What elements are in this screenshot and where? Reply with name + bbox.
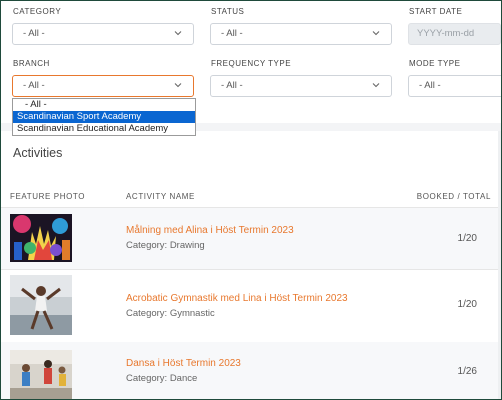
activity-name-link[interactable]: Acrobatic Gymnastik med Lina i Höst Term… — [126, 293, 348, 304]
start-date-label: START DATE — [409, 7, 463, 16]
branch-label: BRANCH — [13, 59, 50, 68]
table-row: Målning med Alina i Höst Termin 2023 Cat… — [1, 208, 501, 270]
table-row: Dansa i Höst Termin 2023 Category: Dance… — [1, 342, 501, 399]
frequency-type-label: FREQUENCY TYPE — [211, 59, 292, 68]
activity-category: Category: Gymnastic — [126, 308, 215, 319]
chevron-down-icon — [174, 31, 182, 36]
app-frame: CATEGORY - All - STATUS - All - START DA… — [0, 0, 502, 400]
mode-type-value: - All - — [419, 80, 441, 91]
start-date-placeholder: YYYY-mm-dd — [417, 28, 475, 39]
category-select[interactable]: - All - — [12, 23, 194, 45]
activity-booked-total: 1/20 — [457, 233, 477, 244]
category-label: CATEGORY — [13, 7, 62, 16]
activity-name-link[interactable]: Målning med Alina i Höst Termin 2023 — [126, 225, 294, 236]
activities-title: Activities — [13, 146, 63, 160]
branch-option-sport-academy[interactable]: Scandinavian Sport Academy — [13, 111, 195, 123]
mode-type-label: MODE TYPE — [409, 59, 461, 68]
branch-option-all[interactable]: - All - — [13, 99, 195, 111]
branch-dropdown-list: - All - Scandinavian Sport Academy Scand… — [12, 98, 196, 136]
activity-photo[interactable] — [10, 350, 72, 399]
activity-name-link[interactable]: Dansa i Höst Termin 2023 — [126, 358, 241, 369]
chevron-down-icon — [174, 83, 182, 88]
branch-option-educational-academy[interactable]: Scandinavian Educational Academy — [13, 123, 195, 135]
branch-value: - All - — [23, 80, 45, 91]
branch-select[interactable]: - All - — [12, 75, 194, 97]
activity-photo[interactable] — [10, 214, 72, 262]
activities-table-header: FEATURE PHOTO ACTIVITY NAME BOOKED / TOT… — [1, 187, 501, 208]
status-label: STATUS — [211, 7, 245, 16]
frequency-type-value: - All - — [221, 80, 243, 91]
mode-type-select[interactable]: - All - — [408, 75, 501, 97]
activity-booked-total: 1/26 — [457, 366, 477, 377]
column-booked-total[interactable]: BOOKED / TOTAL — [417, 192, 491, 201]
scrollbar[interactable] — [498, 131, 501, 399]
filters-panel: CATEGORY - All - STATUS - All - START DA… — [1, 1, 501, 136]
frequency-type-select[interactable]: - All - — [210, 75, 392, 97]
status-select[interactable]: - All - — [210, 23, 392, 45]
status-value: - All - — [221, 28, 243, 39]
column-feature-photo: FEATURE PHOTO — [10, 192, 86, 201]
activity-booked-total: 1/20 — [457, 299, 477, 310]
chevron-down-icon — [372, 31, 380, 36]
chevron-down-icon — [372, 83, 380, 88]
start-date-input[interactable]: YYYY-mm-dd — [408, 23, 501, 45]
activity-category: Category: Drawing — [126, 240, 205, 251]
activity-photo[interactable] — [10, 275, 72, 335]
category-value: - All - — [23, 28, 45, 39]
table-row: Acrobatic Gymnastik med Lina i Höst Term… — [1, 269, 501, 343]
activity-category: Category: Dance — [126, 373, 198, 384]
column-activity-name[interactable]: ACTIVITY NAME — [126, 192, 195, 201]
